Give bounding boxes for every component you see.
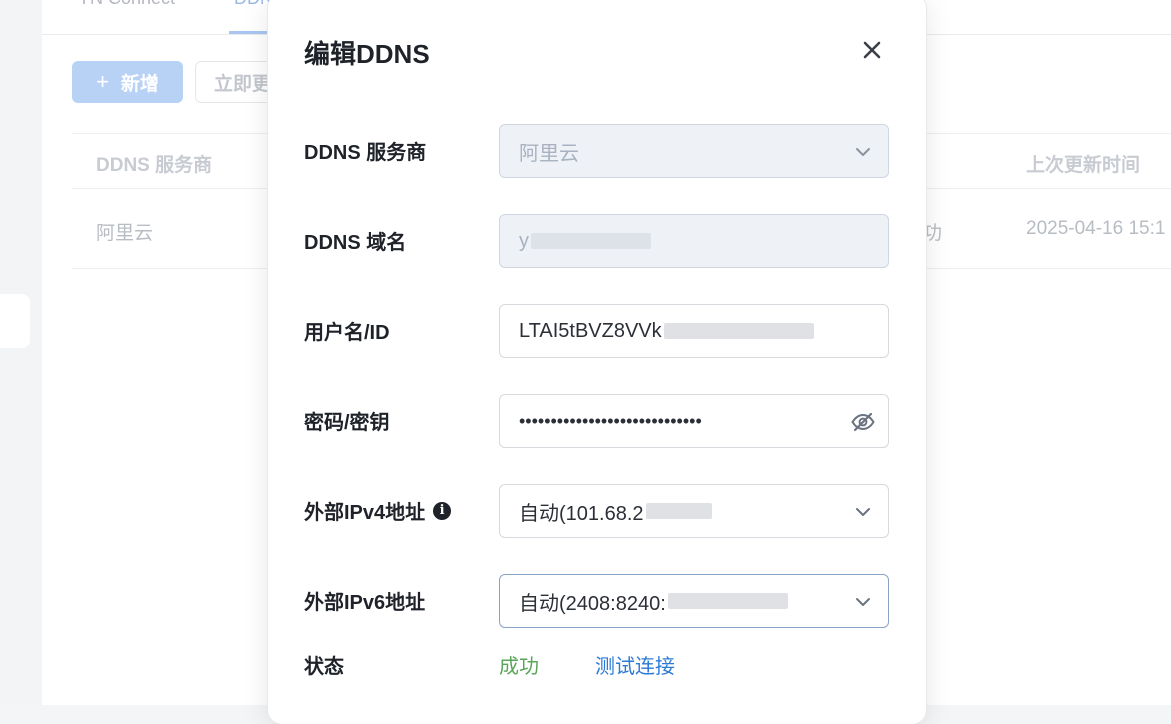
left-sidebar <box>0 0 42 705</box>
username-input[interactable]: LTAI5tBVZ8VVk <box>499 304 889 358</box>
edit-ddns-dialog: 编辑DDNS DDNS 服务商 阿里云 DDNS 域名 y 用户名/ID LTA… <box>268 0 926 724</box>
ipv6-label: 外部IPv6地址 <box>304 592 426 614</box>
ipv4-value: 自动(101.68.2 <box>519 502 644 525</box>
ipv6-select[interactable]: 自动(2408:8240: <box>499 574 889 628</box>
test-connection-link[interactable]: 测试连接 <box>595 650 675 679</box>
chevron-down-icon <box>856 598 870 606</box>
eye-off-icon[interactable] <box>850 409 876 435</box>
sidebar-card[interactable] <box>0 294 30 348</box>
username-value: LTAI5tBVZ8VVk <box>519 319 662 342</box>
ipv4-label: 外部IPv4地址 i <box>304 496 452 525</box>
username-label: 用户名/ID <box>304 322 390 344</box>
password-value: ••••••••••••••••••••••••••••• <box>519 410 702 431</box>
domain-input[interactable]: y <box>499 214 889 268</box>
redacted-blur <box>645 503 712 519</box>
close-icon[interactable] <box>860 38 884 62</box>
tab-yn-connect[interactable]: YN Connect <box>78 0 175 9</box>
domain-value: y <box>519 229 529 252</box>
provider-select[interactable]: 阿里云 <box>499 124 889 178</box>
redacted-blur <box>663 323 814 339</box>
password-label: 密码/密钥 <box>304 412 390 434</box>
status-value: 成功 <box>499 656 539 678</box>
provider-label: DDNS 服务商 <box>304 142 427 164</box>
password-input[interactable]: ••••••••••••••••••••••••••••• <box>499 394 889 448</box>
plus-icon: + <box>96 69 109 94</box>
redacted-blur <box>531 233 651 249</box>
chevron-down-icon <box>856 508 870 516</box>
ipv4-label-text: 外部IPv4地址 <box>304 502 426 524</box>
column-header-last-updated: 上次更新时间 <box>1026 155 1141 176</box>
ipv6-value: 自动(2408:8240: <box>519 592 666 615</box>
domain-label: DDNS 域名 <box>304 232 407 254</box>
info-icon[interactable]: i <box>433 501 452 520</box>
dialog-title: 编辑DDNS <box>304 39 430 69</box>
table-cell-provider: 阿里云 <box>96 223 154 244</box>
provider-value: 阿里云 <box>519 142 579 165</box>
column-header-provider: DDNS 服务商 <box>96 155 213 176</box>
add-button[interactable]: + 新增 <box>72 61 183 103</box>
status-label: 状态 <box>304 656 344 678</box>
chevron-down-icon <box>856 148 870 156</box>
add-button-label: 新增 <box>120 73 159 95</box>
table-cell-updated: 2025-04-16 15:1 <box>1026 218 1166 239</box>
ipv4-select[interactable]: 自动(101.68.2 <box>499 484 889 538</box>
redacted-blur <box>667 593 788 609</box>
